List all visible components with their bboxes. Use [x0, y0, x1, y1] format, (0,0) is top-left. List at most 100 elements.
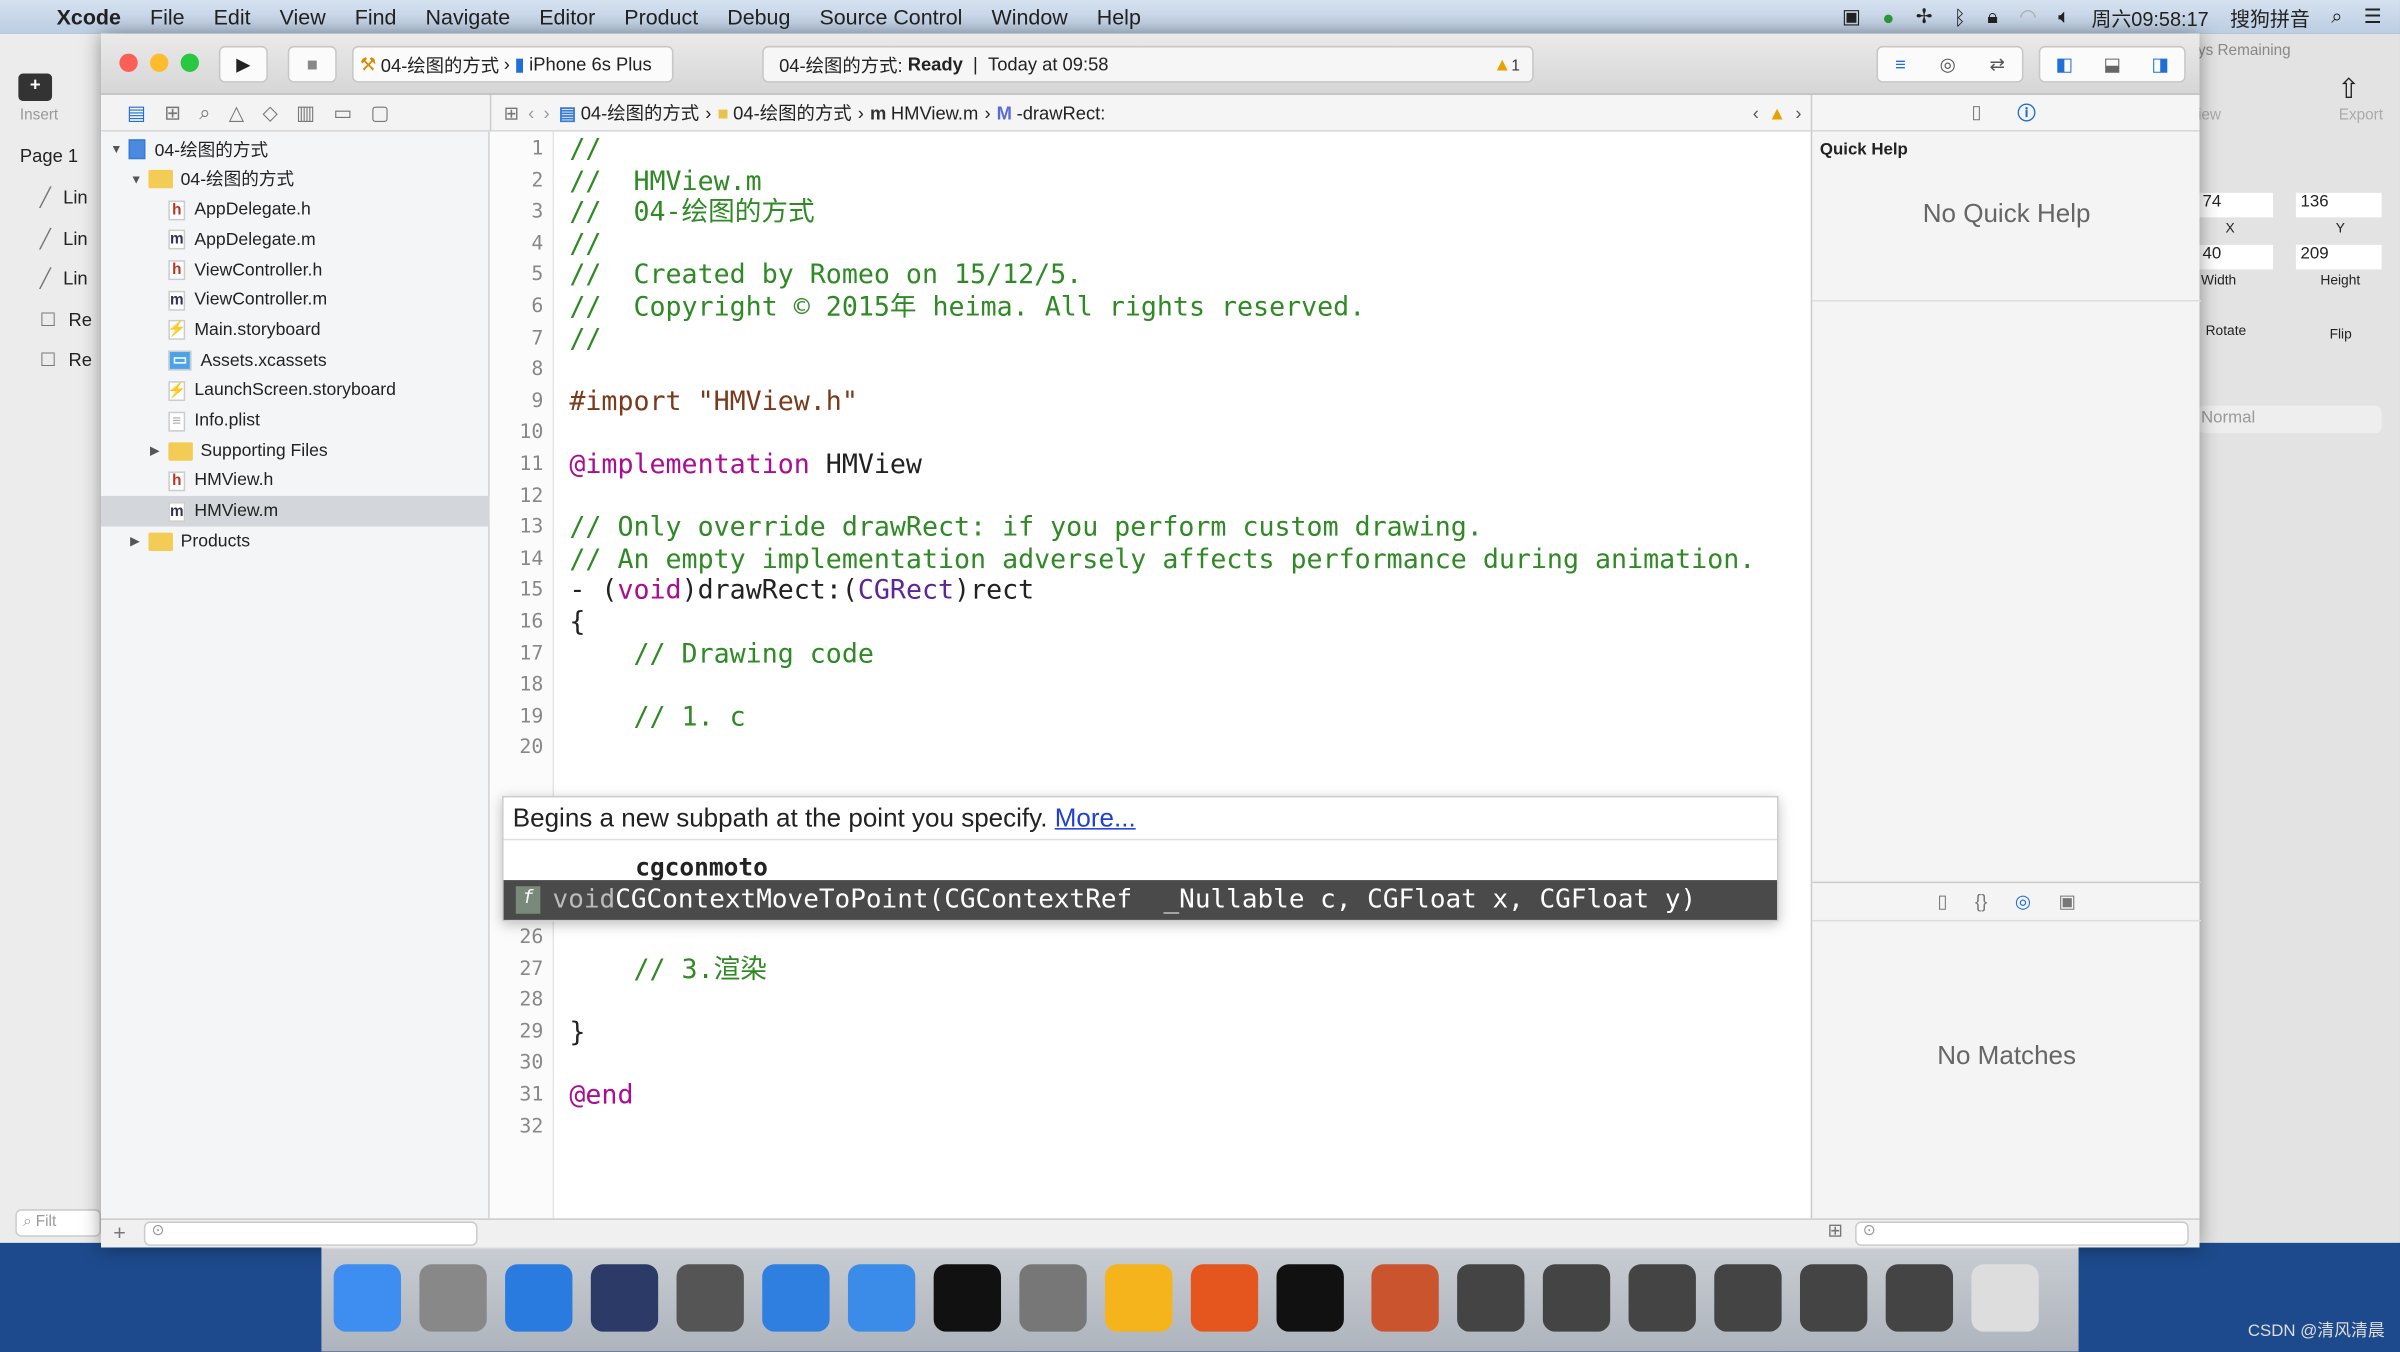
menu-find[interactable]: Find [355, 5, 397, 29]
powerpoint-dock-icon[interactable] [1190, 1264, 1259, 1332]
navigator-item[interactable]: ▶ Products [101, 527, 490, 557]
object-library-icon[interactable]: ◎ [2015, 891, 2031, 912]
trash-dock-icon[interactable] [1971, 1264, 2039, 1332]
code-line[interactable]: - (void)drawRect:(CGRect)rect [569, 576, 1034, 607]
file-template-library-icon[interactable]: ▯ [1937, 891, 1947, 912]
code-snippet-library-icon[interactable]: {} [1975, 891, 1987, 912]
sketch-filter[interactable]: ⌕ Filt [15, 1209, 102, 1237]
source-editor[interactable]: 1234567891011121314151617181920252627282… [489, 131, 1811, 1219]
assistant-editor-icon[interactable]: ◎ [1940, 54, 1956, 75]
mouse-app-dock-icon[interactable] [590, 1264, 659, 1332]
navigator-item[interactable]: ≡ Info.plist [101, 406, 490, 436]
volume-icon[interactable]: 🔈︎ [2058, 5, 2070, 29]
warning-badge[interactable]: ▲1 [1493, 54, 1520, 75]
code-line[interactable]: // An empty implementation adversely aff… [569, 545, 1755, 576]
lock-icon[interactable]: 🔒︎ [1987, 5, 1998, 29]
warning-icon[interactable]: ▲ [1768, 102, 1786, 123]
code-line[interactable]: { [569, 608, 585, 639]
blend-mode-select[interactable]: Normal [2197, 405, 2382, 434]
code-line[interactable]: // [569, 229, 601, 260]
library-grid-icon[interactable]: ⊞ [1828, 1220, 1843, 1241]
instruments-dock-icon[interactable] [847, 1264, 916, 1332]
menu-help[interactable]: Help [1097, 5, 1141, 29]
breadcrumb-item[interactable]: m HMView.m [870, 102, 978, 123]
menu-debug[interactable]: Debug [727, 5, 790, 29]
breakpoint-navigator-icon[interactable]: ▭ [333, 100, 352, 124]
disclosure-closed-icon[interactable]: ▶ [130, 535, 145, 549]
navigator-item[interactable]: ▼ 04-绘图的方式 [101, 165, 490, 195]
close-button[interactable] [119, 53, 138, 72]
sketch-layer-item[interactable]: ☐ Re [40, 308, 92, 329]
disclosure-open-icon[interactable]: ▼ [110, 143, 125, 157]
y-field[interactable]: 136 [2295, 192, 2382, 218]
ime-label[interactable]: 搜狗拼音 [2230, 2, 2310, 31]
find-navigator-icon[interactable]: ⌕ [199, 100, 210, 124]
symbol-navigator-icon[interactable]: ⊞ [164, 100, 181, 124]
stop-button[interactable]: ■ [287, 45, 337, 83]
code-line[interactable]: // 1. c [569, 702, 745, 733]
page-selector[interactable]: Page 1 [20, 145, 78, 166]
code-line[interactable]: // [569, 324, 601, 355]
back-button[interactable]: ‹ [528, 102, 534, 123]
sketch-layer-item[interactable]: ☐ Re [40, 349, 92, 370]
clock[interactable]: 周六09:58:17 [2091, 2, 2208, 31]
code-line[interactable]: // Only override drawRect: if you perfor… [569, 513, 1482, 544]
code-line[interactable]: // HMView.m [569, 166, 761, 197]
run-button[interactable]: ▶ [218, 45, 268, 83]
quick-help-icon[interactable]: ⓘ [2017, 99, 2035, 125]
navigator-toggle-icon[interactable]: ◧ [2056, 54, 2073, 75]
wifi-icon[interactable]: ◠ [2019, 5, 2036, 29]
menu-product[interactable]: Product [624, 5, 698, 29]
insert-icon[interactable]: + [18, 73, 53, 102]
breadcrumb-item[interactable]: ■ 04-绘图的方式 [717, 99, 851, 125]
display-1-dock-icon[interactable] [1457, 1264, 1525, 1332]
code-line[interactable]: // 3.渲染 [569, 954, 766, 985]
navigator-item[interactable]: ⚡ LaunchScreen.storyboard [101, 376, 490, 406]
code-line[interactable]: } [569, 1018, 585, 1049]
navigator-item[interactable]: h ViewController.h [101, 255, 490, 285]
completion-item-selected[interactable]: f void CGContextMoveToPoint(CGContextRef … [503, 880, 1778, 920]
notification-icon[interactable]: ☰ [2364, 5, 2382, 29]
disclosure-closed-icon[interactable]: ▶ [150, 444, 165, 458]
navigator-item[interactable]: ▶ Supporting Files [101, 436, 490, 466]
screen-record-icon[interactable]: ▣ [1842, 5, 1861, 29]
fan-icon[interactable]: ✢ [1916, 5, 1933, 29]
preview-dock-icon[interactable] [1371, 1264, 1439, 1332]
terminal-dock-icon[interactable] [933, 1264, 1002, 1332]
display-6-dock-icon[interactable] [1885, 1264, 1954, 1332]
debug-toggle-icon[interactable]: ⬓ [2104, 54, 2121, 75]
safari-dock-icon[interactable] [505, 1264, 573, 1332]
more-link[interactable]: More... [1055, 803, 1136, 834]
project-navigator-icon[interactable]: ▤ [127, 100, 146, 124]
navigator-item[interactable]: ▭ Assets.xcassets [101, 346, 490, 376]
code-line[interactable]: // 04-绘图的方式 [569, 198, 814, 229]
issue-navigator-icon[interactable]: △ [229, 100, 244, 124]
export-icon[interactable]: ⇧ [2337, 73, 2360, 105]
breadcrumb-item[interactable]: M -drawRect: [997, 102, 1106, 123]
navigator-filter-input[interactable]: ⊙ [143, 1221, 478, 1246]
zoom-button[interactable] [180, 53, 199, 72]
menu-edit[interactable]: Edit [214, 5, 251, 29]
navigator-item[interactable]: ⚡ Main.storyboard [101, 316, 490, 346]
code-line[interactable]: // Drawing code [569, 639, 873, 670]
breadcrumb-item[interactable]: ▤ 04-绘图的方式 [559, 99, 699, 125]
utilities-toggle-icon[interactable]: ◨ [2151, 54, 2168, 75]
forward-button[interactable]: › [543, 102, 549, 123]
report-navigator-icon[interactable]: ▢ [371, 100, 390, 124]
navigator-item[interactable]: h AppDelegate.h [101, 195, 490, 225]
standard-editor-icon[interactable]: ≡ [1895, 54, 1906, 75]
display-5-dock-icon[interactable] [1799, 1264, 1868, 1332]
debug-navigator-icon[interactable]: ▥ [296, 100, 315, 124]
menu-window[interactable]: Window [991, 5, 1067, 29]
add-file-button[interactable]: + [113, 1220, 126, 1244]
previous-issue-button[interactable]: ‹ [1753, 102, 1759, 123]
bluetooth-icon[interactable]: ᛒ [1954, 5, 1966, 28]
photo-booth-dock-icon[interactable] [676, 1264, 744, 1332]
sketch-layer-item[interactable]: ╱ Lin [40, 268, 88, 289]
menu-xcode[interactable]: Xcode [57, 5, 121, 29]
test-navigator-icon[interactable]: ◇ [262, 100, 277, 124]
code-line[interactable]: @implementation HMView [569, 450, 922, 481]
menu-editor[interactable]: Editor [539, 5, 595, 29]
system-preferences-dock-icon[interactable] [1019, 1264, 1087, 1332]
height-field[interactable]: 209 [2295, 244, 2382, 270]
